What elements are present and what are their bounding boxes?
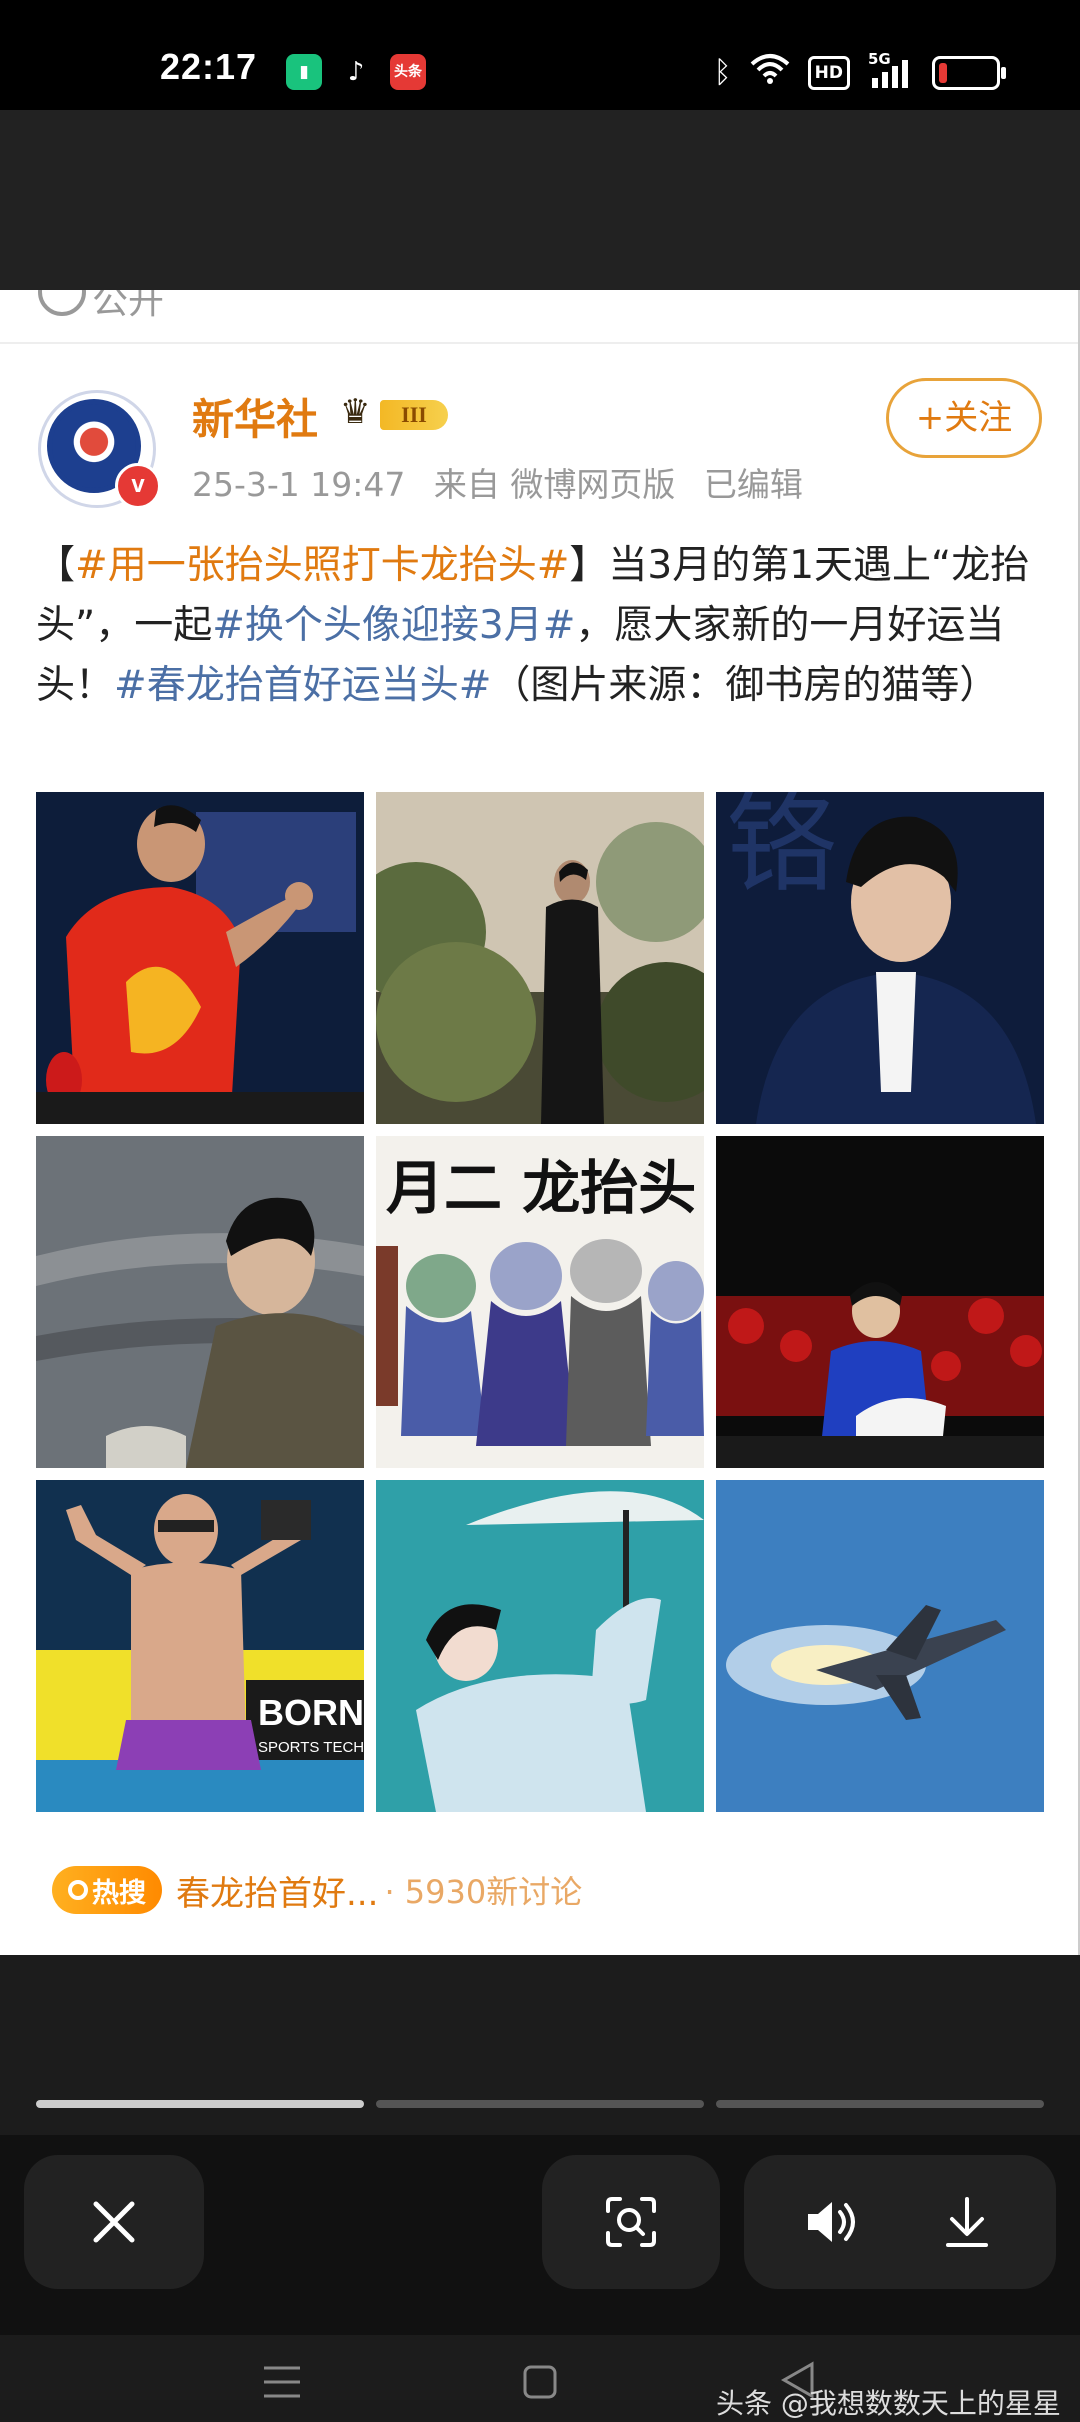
drawing-caption: 月二 龙抬头: [386, 1154, 696, 1222]
media-actions: [744, 2155, 1056, 2289]
volume-icon[interactable]: [804, 2197, 864, 2247]
hot-search-row[interactable]: 热搜 春龙抬首好... · 5930新讨论: [52, 1860, 582, 1920]
progress-segment: [716, 2100, 1044, 2108]
photo-fighter-jet[interactable]: [716, 1480, 1044, 1812]
scan-button[interactable]: [542, 2155, 720, 2289]
photo-opera-umbrella[interactable]: [376, 1480, 704, 1812]
douyin-icon: ♪: [338, 54, 374, 90]
search-icon: [68, 1880, 88, 1900]
hot-search-topic[interactable]: 春龙抬首好...: [176, 1866, 378, 1915]
battery-saver-icon: ▮: [286, 54, 322, 90]
photo-table-tennis-red[interactable]: [36, 792, 364, 1124]
pool-sign-sub: SPORTS TECH: [258, 1739, 364, 1756]
follow-button[interactable]: +关注: [886, 378, 1042, 458]
watermark-caption: 头条 @我想数数天上的星星: [716, 2387, 1061, 2420]
photo-table-tennis-blue[interactable]: [716, 1136, 1044, 1468]
wifi-icon: [750, 52, 790, 95]
text-segment: （图片来源：御书房的猫等）: [491, 663, 999, 708]
previous-post-strip: 公开: [0, 290, 1078, 344]
status-time: 22:17: [160, 46, 258, 87]
system-nav-bar: 头条 @我想数数天上的星星: [0, 2330, 1080, 2420]
globe-icon: [38, 290, 86, 316]
weibo-post-card[interactable]: 公开 v 新华社 ♛ III 25-3-1 19:47 来自 微博网页版 已编辑…: [0, 290, 1080, 1955]
photo-man-lying[interactable]: [36, 1136, 364, 1468]
hot-search-label: 热搜: [92, 1877, 146, 1909]
post-source: 来自 微博网页版: [433, 465, 676, 504]
menu-icon[interactable]: [262, 2364, 302, 2400]
level-label: III: [380, 400, 448, 430]
verified-icon: v: [115, 463, 161, 509]
hd-icon: HD: [807, 56, 850, 90]
battery-icon: [932, 56, 1006, 90]
hashtag-link[interactable]: #春龙抬首好运当头#: [114, 663, 491, 708]
pool-sign: BORN: [258, 1692, 364, 1733]
text-bracket: 【: [36, 543, 76, 588]
backdrop-band: [0, 110, 1080, 290]
photo-man-in-garden[interactable]: [376, 792, 704, 1124]
level-badge[interactable]: ♛ III: [340, 392, 452, 432]
progress-segment: [376, 2100, 704, 2108]
hot-search-badge: 热搜: [52, 1866, 162, 1914]
photo-swimmer[interactable]: BORN SPORTS TECH: [36, 1480, 364, 1812]
download-icon[interactable]: [944, 2195, 990, 2251]
hashtag-link[interactable]: #用一张抬头照打卡龙抬头#: [75, 543, 569, 588]
close-icon: [93, 2201, 135, 2243]
edited-label: 已编辑: [703, 465, 803, 504]
svg-text:铬: 铬: [726, 792, 836, 908]
hot-search-count: · 5930新讨论: [384, 1873, 583, 1911]
home-icon[interactable]: [522, 2364, 558, 2400]
hashtag-link[interactable]: #换个头像迎接3月#: [212, 603, 575, 648]
close-button[interactable]: [24, 2155, 204, 2289]
photo-cartoon-dragons[interactable]: 月二 龙抬头: [376, 1136, 704, 1468]
status-bar: 22:17 ▮ ♪ 头条 ᛒ HD 5G: [0, 0, 1080, 110]
visibility-label: 公开: [92, 290, 165, 322]
post-date: 25-3-1 19:47: [192, 465, 406, 504]
image-progress: [36, 2100, 1044, 2108]
bluetooth-icon: ᛒ: [713, 55, 732, 90]
progress-segment: [36, 2100, 364, 2108]
toutiao-icon: 头条: [390, 54, 426, 90]
status-icons: ᛒ HD 5G: [713, 50, 1006, 96]
scan-icon: [606, 2197, 656, 2247]
post-meta: 25-3-1 19:47 来自 微博网页版 已编辑: [192, 458, 821, 506]
author-name[interactable]: 新华社: [192, 386, 318, 447]
crown-icon: ♛: [340, 392, 371, 432]
avatar[interactable]: v: [38, 390, 161, 509]
photo-man-in-suit[interactable]: 铬: [716, 792, 1044, 1124]
signal-icon: 5G: [868, 50, 914, 90]
post-text: 【#用一张抬头照打卡龙抬头#】当3月的第1天遇上“龙抬头”，一起#换个头像迎接3…: [36, 536, 1046, 716]
